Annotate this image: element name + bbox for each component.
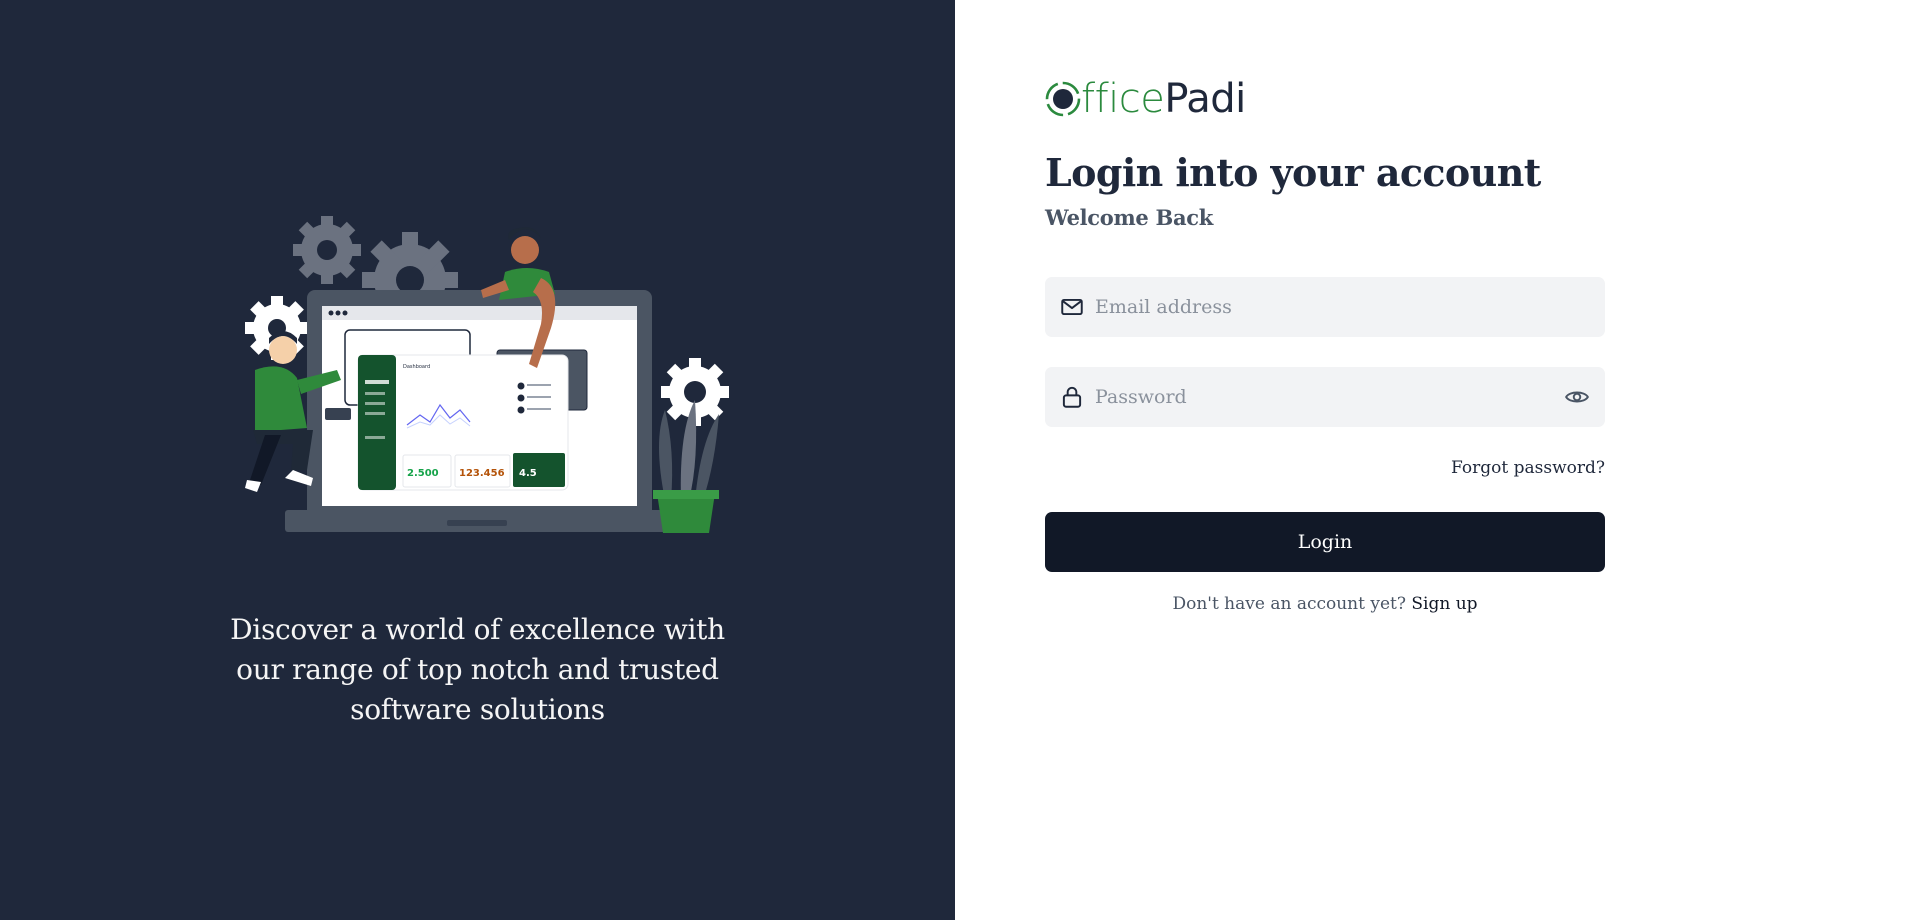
page-title: Login into your account	[1045, 150, 1541, 195]
left-panel: Dashboard 2.500 123.456 4.5 Discover a w…	[0, 0, 955, 920]
plant-graphic	[653, 400, 719, 533]
page-subtitle: Welcome Back	[1045, 205, 1213, 230]
password-field[interactable]	[1045, 367, 1605, 427]
forgot-password-link[interactable]: Forgot password?	[1451, 458, 1605, 478]
tagline: Discover a world of excellence with our …	[230, 613, 725, 726]
eye-icon[interactable]	[1563, 383, 1591, 411]
stat-value: 123.456	[459, 468, 505, 479]
login-button[interactable]: Login	[1045, 512, 1605, 572]
signup-prompt: Don't have an account yet? Sign up	[1045, 594, 1605, 614]
dashboard-card-graphic: Dashboard 2.500 123.456 4.5	[357, 354, 569, 491]
signup-prompt-text: Don't have an account yet?	[1172, 594, 1406, 614]
gear-icon	[293, 216, 361, 284]
logo-text-padi: Padi	[1164, 76, 1246, 122]
dashboard-title: Dashboard	[403, 364, 430, 370]
stat-value: 2.500	[407, 468, 439, 479]
logo-text-office: ffice	[1081, 76, 1165, 122]
lock-icon	[1059, 384, 1085, 410]
mail-icon	[1059, 294, 1085, 320]
signup-link[interactable]: Sign up	[1411, 594, 1477, 614]
stat-value: 4.5	[519, 468, 537, 479]
email-input[interactable]	[1095, 277, 1605, 337]
hero-illustration: Dashboard 2.500 123.456 4.5	[245, 216, 729, 533]
password-input[interactable]	[1095, 367, 1563, 427]
officepadi-logo: ffice Padi	[1045, 78, 1246, 120]
logo-mark-icon	[1045, 81, 1081, 117]
email-field[interactable]	[1045, 277, 1605, 337]
right-panel	[955, 0, 1919, 920]
